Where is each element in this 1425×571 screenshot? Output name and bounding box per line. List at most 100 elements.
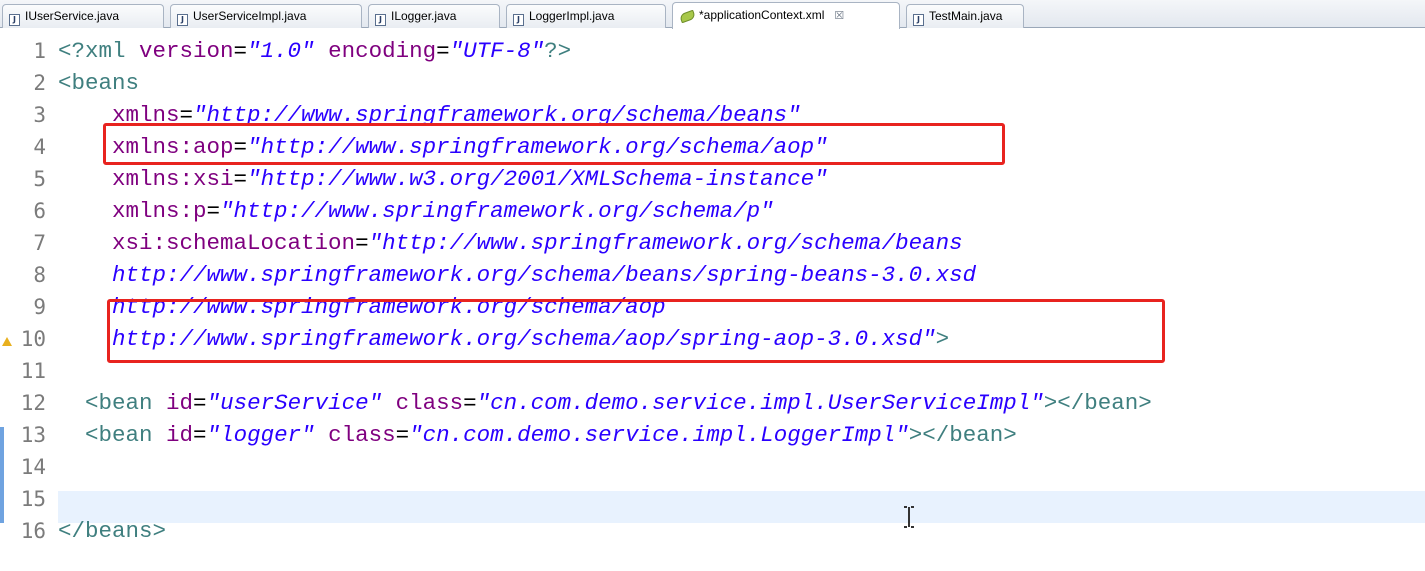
code-token: id bbox=[166, 422, 194, 448]
highlight-box-aop-schema-location bbox=[107, 299, 1165, 363]
java-file-icon: J bbox=[375, 14, 386, 26]
line-number: 14 bbox=[20, 455, 46, 479]
line-number: 1 bbox=[33, 39, 46, 63]
code-text: <beans bbox=[58, 67, 139, 99]
code-token: <bean bbox=[58, 422, 167, 448]
line-number: 10 bbox=[20, 327, 46, 351]
code-line[interactable]: 2 <beans bbox=[0, 67, 1425, 99]
java-file-icon: J bbox=[177, 14, 188, 26]
line-number: 13 bbox=[20, 423, 46, 447]
code-token: xmlns:p bbox=[112, 198, 207, 224]
code-token: "logger" bbox=[206, 422, 315, 448]
code-token: = bbox=[193, 390, 207, 416]
code-token: class bbox=[328, 422, 396, 448]
code-token: encoding bbox=[328, 38, 437, 64]
code-token: id bbox=[166, 390, 194, 416]
highlight-box-xmlns-aop bbox=[103, 123, 1005, 165]
code-token: "userService" bbox=[206, 390, 383, 416]
code-token: xsi:schemaLocation bbox=[112, 230, 356, 256]
code-token: "http://www.springframework.org/schema/p… bbox=[220, 198, 774, 224]
tab-applicationcontext-xml[interactable]: *applicationContext.xml ☒ bbox=[672, 2, 900, 29]
code-line[interactable]: 12 <bean id="userService" class="cn.com.… bbox=[0, 387, 1425, 419]
tab-userserviceimpl-java[interactable]: J UserServiceImpl.java bbox=[170, 4, 362, 28]
text-cursor-icon bbox=[904, 506, 914, 528]
code-token: = bbox=[233, 38, 248, 64]
code-text: xmlns:p="http://www.springframework.org/… bbox=[58, 195, 774, 227]
code-text: xmlns:xsi="http://www.w3.org/2001/XMLSch… bbox=[58, 163, 828, 195]
line-number: 7 bbox=[33, 231, 46, 255]
code-token: "cn.com.demo.service.impl.UserServiceImp… bbox=[476, 390, 1044, 416]
code-token: = bbox=[206, 198, 221, 224]
code-token: = bbox=[436, 38, 450, 64]
code-token: version bbox=[139, 38, 234, 64]
code-token: = bbox=[193, 422, 207, 448]
code-text: <?xml version="1.0" encoding="UTF-8"?> bbox=[58, 35, 571, 67]
tab-label: LoggerImpl.java bbox=[529, 9, 615, 23]
line-number: 11 bbox=[20, 359, 46, 383]
tab-label: TestMain.java bbox=[929, 9, 1003, 23]
code-line[interactable]: 8 http://www.springframework.org/schema/… bbox=[0, 259, 1425, 291]
code-token: <?xml bbox=[58, 38, 140, 64]
code-text: http://www.springframework.org/schema/be… bbox=[58, 259, 976, 291]
code-token: = bbox=[463, 390, 477, 416]
tab-iuserservice-java[interactable]: J IUserService.java bbox=[2, 4, 164, 28]
code-token: http://www.springframework.org/schema/be… bbox=[112, 262, 977, 288]
line-number: 4 bbox=[33, 135, 46, 159]
code-line[interactable]: 1 <?xml version="1.0" encoding="UTF-8"?> bbox=[0, 35, 1425, 67]
line-number: 15 bbox=[20, 487, 46, 511]
line-number: 12 bbox=[20, 391, 46, 415]
tab-label: *applicationContext.xml bbox=[699, 8, 825, 22]
code-token: class bbox=[395, 390, 464, 416]
code-token: ></bean> bbox=[908, 422, 1017, 448]
code-token: ></bean> bbox=[1043, 390, 1152, 416]
code-line[interactable]: 14 bbox=[0, 451, 1425, 483]
code-token: "UTF-8" bbox=[449, 38, 545, 64]
code-line[interactable]: 6 xmlns:p="http://www.springframework.or… bbox=[0, 195, 1425, 227]
tab-loggerimpl-java[interactable]: J LoggerImpl.java bbox=[506, 4, 666, 28]
tab-testmain-java[interactable]: J TestMain.java bbox=[906, 4, 1024, 28]
line-number: 16 bbox=[20, 519, 46, 543]
editor-tab-bar: J IUserService.java J UserServiceImpl.java… bbox=[0, 0, 1425, 29]
line-number: 9 bbox=[33, 295, 46, 319]
xml-editor[interactable]: 1 <?xml version="1.0" encoding="UTF-8"?> 2… bbox=[0, 29, 1425, 571]
java-file-icon: J bbox=[9, 14, 20, 26]
code-token: = bbox=[355, 230, 369, 256]
code-text: xsi:schemaLocation="http://www.springfra… bbox=[58, 227, 963, 259]
code-token: = bbox=[233, 166, 248, 192]
tab-ilogger-java[interactable]: J ILogger.java bbox=[368, 4, 500, 28]
code-token: "http://www.w3.org/2001/XMLSchema-instan… bbox=[247, 166, 828, 192]
close-icon[interactable]: ☒ bbox=[834, 10, 844, 22]
line-number: 6 bbox=[33, 199, 46, 223]
code-token: xmlns:xsi bbox=[112, 166, 234, 192]
code-text: <bean id="userService" class="cn.com.dem… bbox=[58, 387, 1152, 419]
code-token: <bean bbox=[58, 390, 167, 416]
line-number: 8 bbox=[33, 263, 46, 287]
tab-label: ILogger.java bbox=[391, 9, 457, 23]
tab-label: IUserService.java bbox=[25, 9, 120, 23]
code-text: </beans> bbox=[58, 515, 166, 547]
code-token: "cn.com.demo.service.impl.LoggerImpl" bbox=[409, 422, 909, 448]
code-text: <bean id="logger" class="cn.com.demo.ser… bbox=[58, 419, 1017, 451]
code-line[interactable]: 16 </beans> bbox=[0, 515, 1425, 547]
code-line[interactable]: 7 xsi:schemaLocation="http://www.springf… bbox=[0, 227, 1425, 259]
tab-label: UserServiceImpl.java bbox=[193, 9, 307, 23]
line-number: 2 bbox=[33, 71, 46, 95]
code-token: </beans> bbox=[58, 518, 167, 544]
code-line[interactable]: 5 xmlns:xsi="http://www.w3.org/2001/XMLS… bbox=[0, 163, 1425, 195]
java-file-icon: J bbox=[513, 14, 524, 26]
line-number: 5 bbox=[33, 167, 46, 191]
code-token: <beans bbox=[58, 70, 140, 96]
code-line[interactable]: 15 bbox=[0, 483, 1425, 515]
xml-file-icon bbox=[679, 10, 695, 20]
line-number: 3 bbox=[33, 103, 46, 127]
code-line[interactable]: 13 <bean id="logger" class="cn.com.demo.… bbox=[0, 419, 1425, 451]
